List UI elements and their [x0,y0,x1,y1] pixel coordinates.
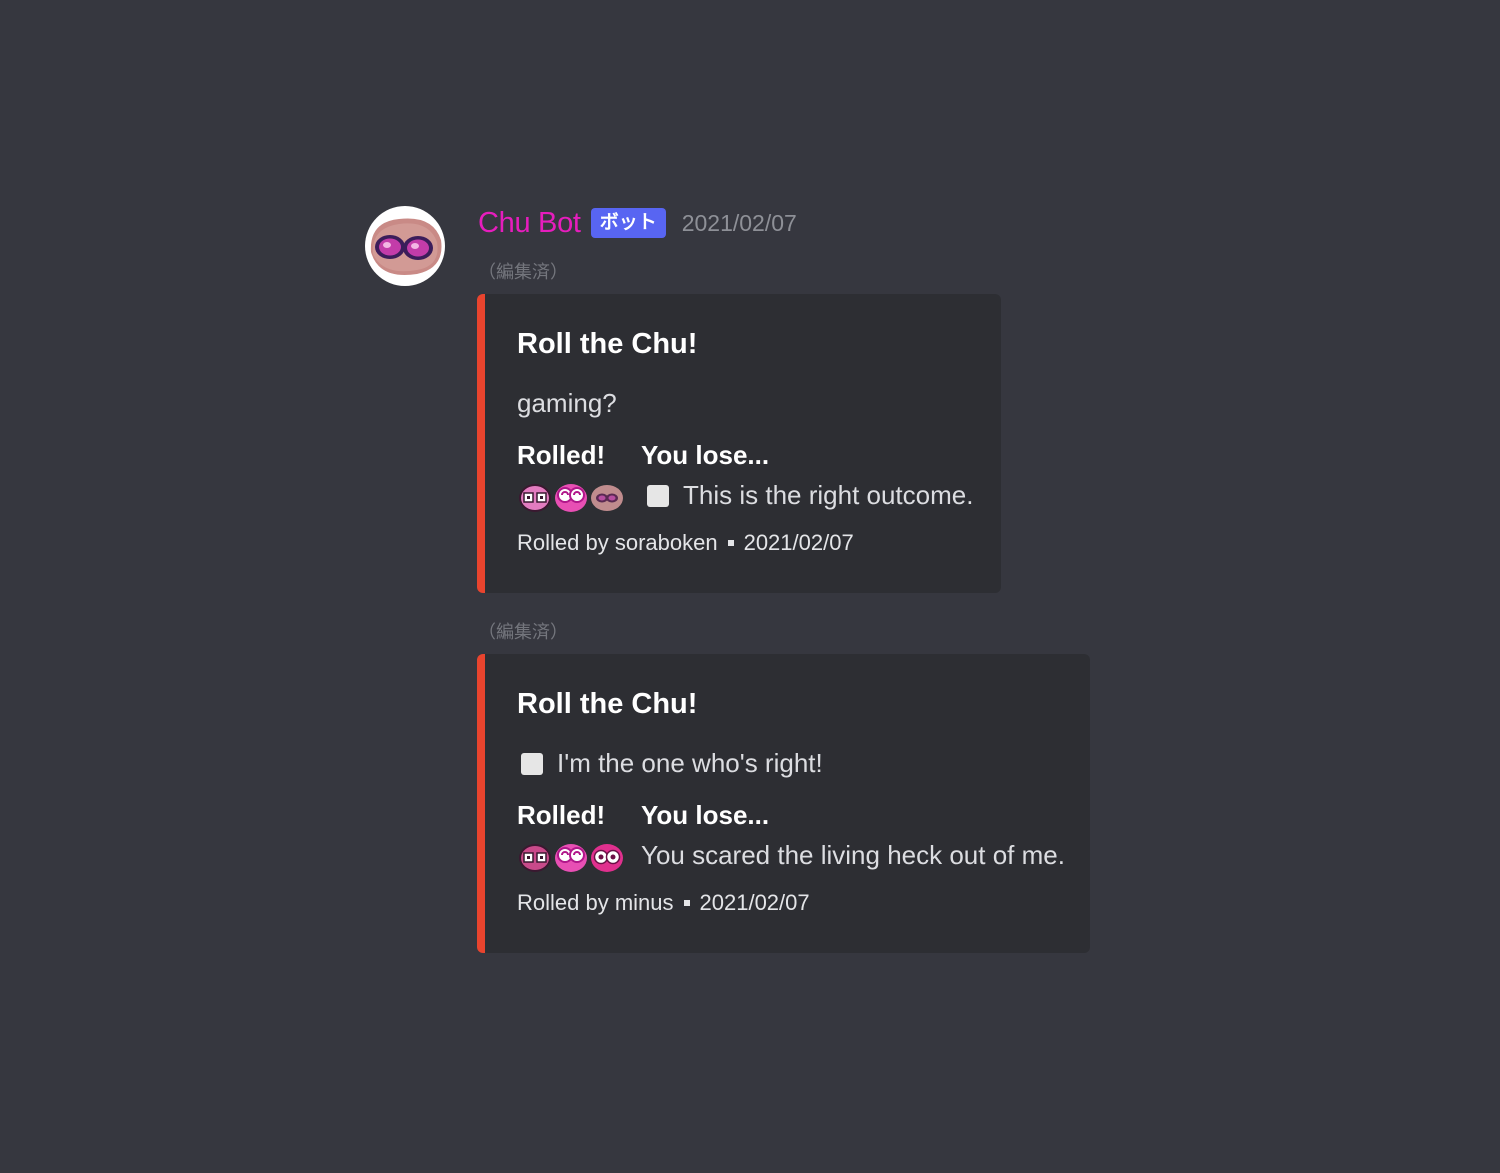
white-square-icon [647,484,669,507]
embed-footer: Rolled by minus 2021/02/07 [517,890,810,916]
embed-card: Roll the Chu! I'm the one who's right! R… [477,654,1090,953]
footer-separator [727,540,734,546]
result-text: You scared the living heck out of me. [641,840,1065,870]
edited-label: （編集済） [478,622,568,643]
field-result-value: You scared the living heck out of me. [641,840,1065,871]
edited-label: （編集済） [478,262,568,283]
field-rolled-name: Rolled! [517,800,606,830]
footer-user: Rolled by minus [517,890,674,915]
chu-avatar-icon [370,218,442,276]
chu-face-spiral-eyes-icon [555,484,587,512]
message-header: Chu Bot ボット 2021/02/07 [478,203,797,243]
embed-title: Roll the Chu! [517,328,698,360]
chu-face-wide-eyes-icon [591,844,623,872]
field-result-name: You lose... [641,440,770,470]
embed-description: gaming? [517,388,617,419]
footer-separator [683,900,690,906]
chu-face-spiral-eyes-icon [555,844,587,872]
footer-user: Rolled by soraboken [517,530,718,555]
chu-face-dotted-eyes-icon [519,484,551,512]
embed-footer: Rolled by soraboken 2021/02/07 [517,530,854,556]
result-text: This is the right outcome. [683,480,974,510]
rolled-emojis [517,840,625,874]
embed-title: Roll the Chu! [517,688,698,720]
avatar[interactable] [365,206,445,286]
message-timestamp[interactable]: 2021/02/07 [682,210,797,237]
rolled-emojis [517,480,625,514]
field-rolled-name: Rolled! [517,440,606,470]
white-square-icon [521,752,543,775]
description-text: I'm the one who's right! [557,748,823,778]
footer-date: 2021/02/07 [699,890,810,915]
bot-tag: ボット [590,208,666,238]
field-result-name: You lose... [641,800,770,830]
embed-card: Roll the Chu! gaming? Rolled! You lose..… [477,294,1001,593]
chu-face-pale-icon [591,485,623,511]
description-text: gaming? [517,388,617,418]
footer-date: 2021/02/07 [743,530,854,555]
chu-face-dotted-eyes-icon [519,844,551,872]
field-result-value: This is the right outcome. [647,480,973,511]
author-name[interactable]: Chu Bot [478,207,581,240]
embed-description: I'm the one who's right! [515,748,823,779]
